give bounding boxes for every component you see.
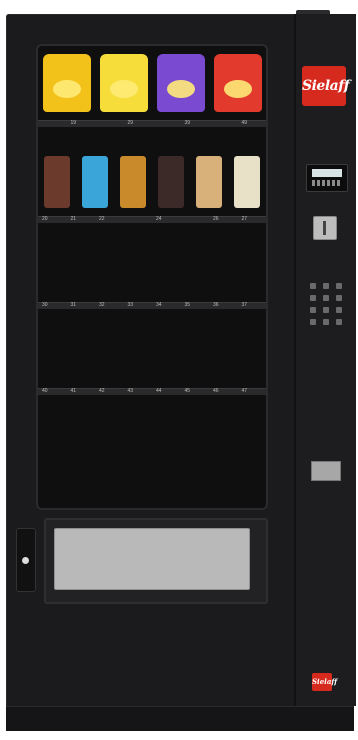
keypad-key[interactable] [309,295,316,301]
slot-label: 33 [127,302,134,308]
product-chips [156,54,205,112]
slot-label: 22 [99,216,105,222]
slot-label: 49 [241,120,248,126]
shelf-row [38,312,266,388]
slot-label: 46 [213,388,219,394]
shelf-row [38,142,266,216]
slot-label: 35 [184,302,191,308]
slot-label: 21 [70,216,77,222]
slot-label: 24 [156,216,162,222]
brand-logo: Sielaff [302,66,350,106]
keypad-key[interactable] [309,307,316,313]
product-window: 19 29 39 49 20 21 22 24 26 27 30 31 32 33 34 35 36 37 40 41… [36,44,268,510]
display-digits [312,180,342,186]
keypad-key[interactable] [336,319,343,325]
slot-label: 36 [213,302,219,308]
product-snack [158,156,184,208]
slot-label: 37 [241,302,248,308]
shelf-row [38,52,266,120]
product-snack [120,156,146,208]
product-chips [99,54,148,112]
shelf-rail: 20 21 22 24 26 27 [38,216,266,223]
keypad-key[interactable] [336,307,343,313]
product-chips [213,54,262,112]
slot-label: 44 [156,388,162,394]
keypad-key[interactable] [336,295,343,301]
price-display [306,164,348,192]
slot-label: 45 [184,388,191,394]
shelf-row [38,226,266,302]
slot-label: 34 [156,302,162,308]
display-screen [312,169,342,177]
keypad-key[interactable] [322,283,329,289]
keypad-key[interactable] [336,283,343,289]
product-snack [82,156,108,208]
bill-acceptor[interactable] [311,461,341,481]
slot-label: 31 [70,302,77,308]
delivery-flap[interactable] [54,528,250,590]
control-panel [294,14,356,706]
shelf-rail: 19 29 39 49 [38,120,266,127]
keypad-key[interactable] [322,295,329,301]
product-snack [234,156,260,208]
product-chips [42,54,91,112]
shelf-rail: 40 41 42 43 44 45 46 47 [38,388,266,395]
product-snack [44,156,70,208]
slot-label: 27 [241,216,248,222]
slot-label: 40 [42,388,48,394]
shelf-rail: 30 31 32 33 34 35 36 37 [38,302,266,309]
keypad-key[interactable] [322,307,329,313]
brand-mini-logo: Sielaff [312,673,337,691]
slot-label: 41 [70,388,77,394]
keypad-key[interactable] [322,319,329,325]
keypad-key[interactable] [309,283,316,289]
slot-label: 26 [213,216,219,222]
slot-label: 30 [42,302,48,308]
delivery-compartment [44,518,268,604]
slot-label: 43 [127,388,134,394]
slot-label: 19 [70,120,77,126]
slot-label: 47 [241,388,248,394]
door-lock-icon[interactable] [16,528,36,592]
coin-slot-icon[interactable] [313,216,337,240]
slot-label: 20 [42,216,48,222]
shelf-row [38,396,266,486]
machine-base [6,706,354,731]
selection-keypad [308,282,344,326]
slot-label: 39 [184,120,191,126]
product-snack [196,156,222,208]
keypad-key[interactable] [309,319,316,325]
slot-label: 42 [99,388,105,394]
slot-label: 32 [99,302,105,308]
slot-label: 29 [127,120,134,126]
